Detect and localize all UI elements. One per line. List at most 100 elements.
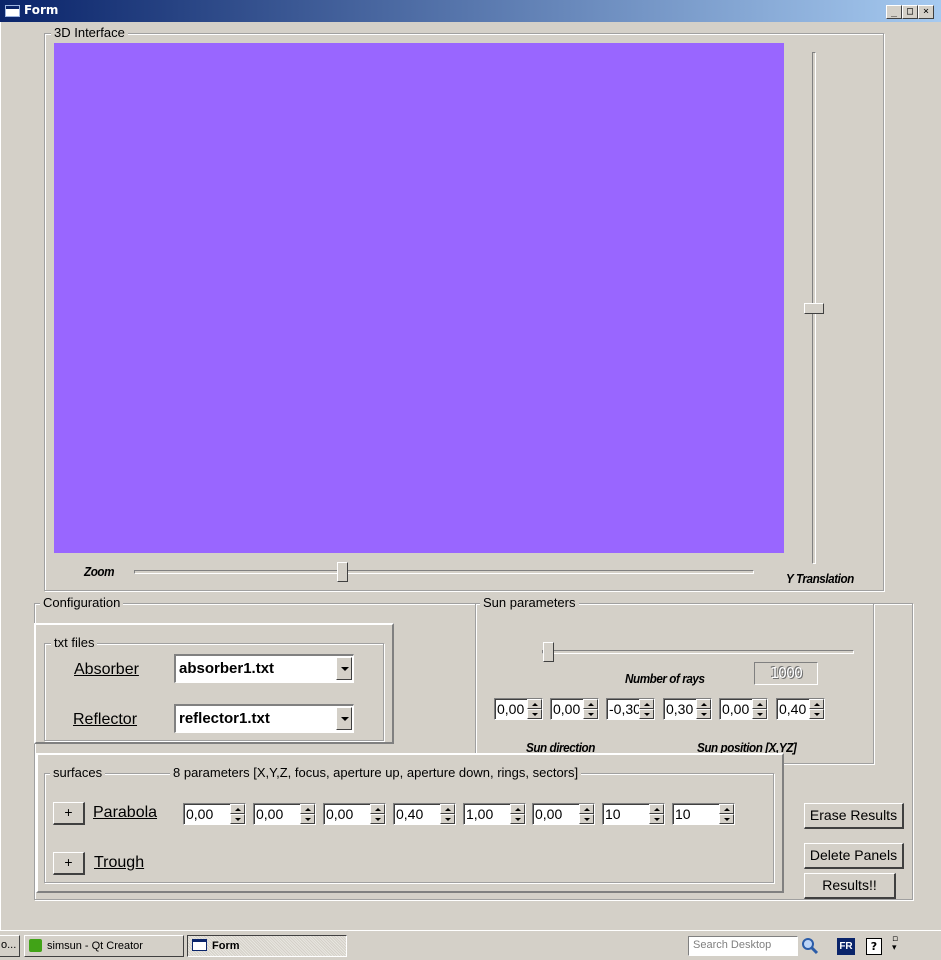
chevron-down-icon[interactable] — [336, 707, 352, 730]
spinbox-value: 10 — [605, 806, 621, 822]
spin-up-icon[interactable] — [440, 804, 455, 814]
spinbox-value: 0,00 — [186, 806, 214, 822]
spin-up-icon[interactable] — [579, 804, 594, 814]
configuration-group-title: Configuration — [40, 595, 124, 610]
absorber-file-value: absorber1.txt — [179, 660, 275, 677]
chevron-down-icon[interactable] — [336, 657, 352, 680]
parabola-rings-spinbox[interactable]: 10 — [602, 803, 665, 825]
spin-up-icon[interactable] — [719, 804, 734, 814]
spin-down-icon[interactable] — [527, 709, 542, 719]
reflector-file-combo[interactable]: reflector1.txt — [174, 704, 354, 733]
title-bar: Form _ □ × — [0, 0, 941, 22]
spin-up-icon[interactable] — [300, 804, 315, 814]
tray-chevron-icon[interactable]: ▫ ▾ — [892, 935, 904, 957]
parabola-x-spinbox[interactable]: 0,00 — [183, 803, 246, 825]
parabola-sectors-spinbox[interactable]: 10 — [672, 803, 735, 825]
spinbox-value: -0,30 — [609, 701, 641, 717]
spinbox-value: 0,40 — [396, 806, 424, 822]
spin-down-icon[interactable] — [583, 709, 598, 719]
sun-slider-handle[interactable] — [543, 642, 554, 662]
trough-label: Trough — [94, 854, 145, 871]
sun-position-z-spinbox[interactable]: 0,40 — [776, 698, 825, 720]
sun-position-x-spinbox[interactable]: 0,30 — [663, 698, 712, 720]
spin-up-icon[interactable] — [230, 804, 245, 814]
parabola-label: Parabola — [93, 804, 158, 821]
spin-down-icon[interactable] — [639, 709, 654, 719]
taskbar: o... simsun - Qt Creator Form Search Des… — [0, 930, 941, 960]
y-translation-slider-handle[interactable] — [804, 303, 824, 314]
parabola-aperture-down-spinbox[interactable]: 0,00 — [532, 803, 595, 825]
search-placeholder: Search Desktop — [693, 939, 772, 951]
sun-slider-track[interactable] — [542, 650, 854, 654]
spin-down-icon[interactable] — [370, 814, 385, 824]
taskbar-item-form[interactable]: Form — [187, 935, 347, 957]
surfaces-group-title: surfaces — [50, 765, 106, 780]
language-indicator[interactable]: FR — [837, 938, 855, 955]
results-button[interactable]: Results!! — [804, 873, 896, 899]
sun-direction-z-spinbox[interactable]: -0,30 — [606, 698, 655, 720]
taskbar-item-qt-creator[interactable]: simsun - Qt Creator — [24, 935, 184, 957]
sun-position-y-spinbox[interactable]: 0,00 — [719, 698, 768, 720]
parabola-z-spinbox[interactable]: 0,00 — [323, 803, 386, 825]
spin-down-icon[interactable] — [719, 814, 734, 824]
spinbox-value: 0,00 — [535, 806, 563, 822]
spinbox-value: 10 — [675, 806, 691, 822]
window-icon — [192, 939, 207, 951]
spin-up-icon[interactable] — [639, 699, 654, 709]
spinbox-value: 0,30 — [666, 701, 694, 717]
spin-up-icon[interactable] — [370, 804, 385, 814]
zoom-slider-track[interactable] — [134, 570, 754, 574]
sun-direction-y-spinbox[interactable]: 0,00 — [550, 698, 599, 720]
search-icon[interactable] — [800, 936, 820, 956]
spin-down-icon[interactable] — [300, 814, 315, 824]
sun-direction-x-spinbox[interactable]: 0,00 — [494, 698, 543, 720]
zoom-slider-handle[interactable] — [337, 562, 348, 582]
add-trough-button[interactable]: + — [53, 852, 85, 875]
minimize-button[interactable]: _ — [886, 5, 902, 19]
spin-down-icon[interactable] — [649, 814, 664, 824]
spin-down-icon[interactable] — [579, 814, 594, 824]
zoom-label: Zoom — [84, 564, 115, 579]
txt-files-group-title: txt files — [51, 635, 98, 650]
taskbar-item-label: Form — [212, 940, 240, 952]
spin-down-icon[interactable] — [752, 709, 767, 719]
absorber-file-combo[interactable]: absorber1.txt — [174, 654, 354, 683]
taskbar-item-clipped[interactable]: o... — [0, 935, 20, 957]
spinbox-value: 0,40 — [779, 701, 807, 717]
spin-up-icon[interactable] — [752, 699, 767, 709]
erase-results-button[interactable]: Erase Results — [804, 803, 904, 829]
3d-viewport[interactable] — [54, 43, 784, 553]
help-icon[interactable]: ? — [866, 938, 882, 955]
spin-down-icon[interactable] — [809, 709, 824, 719]
spin-down-icon[interactable] — [696, 709, 711, 719]
delete-panels-button[interactable]: Delete Panels — [804, 843, 904, 869]
parabola-aperture-up-spinbox[interactable]: 1,00 — [463, 803, 526, 825]
maximize-button[interactable]: □ — [902, 5, 918, 19]
absorber-label: Absorber — [74, 661, 139, 678]
spin-down-icon[interactable] — [230, 814, 245, 824]
close-button[interactable]: × — [918, 5, 934, 19]
y-translation-label: Y Translation — [786, 571, 854, 586]
spinbox-value: 1,00 — [466, 806, 494, 822]
parabola-focus-spinbox[interactable]: 0,40 — [393, 803, 456, 825]
number-of-rays-label: Number of rays — [625, 671, 705, 686]
spin-up-icon[interactable] — [696, 699, 711, 709]
reflector-file-value: reflector1.txt — [179, 710, 270, 727]
spin-down-icon[interactable] — [510, 814, 525, 824]
sun-parameters-group-title: Sun parameters — [480, 595, 579, 610]
number-of-rays-display: 1000 — [754, 662, 818, 685]
spin-up-icon[interactable] — [510, 804, 525, 814]
spin-up-icon[interactable] — [527, 699, 542, 709]
reflector-label: Reflector — [73, 711, 138, 728]
spin-up-icon[interactable] — [583, 699, 598, 709]
spin-up-icon[interactable] — [809, 699, 824, 709]
qt-logo-icon — [29, 939, 42, 952]
spin-down-icon[interactable] — [440, 814, 455, 824]
desktop-search-field[interactable]: Search Desktop — [688, 936, 798, 956]
interface-group-title: 3D Interface — [51, 25, 128, 40]
add-parabola-button[interactable]: + — [53, 802, 85, 825]
spin-up-icon[interactable] — [649, 804, 664, 814]
spinbox-value: 0,00 — [722, 701, 750, 717]
parabola-y-spinbox[interactable]: 0,00 — [253, 803, 316, 825]
spinbox-value: 0,00 — [553, 701, 581, 717]
